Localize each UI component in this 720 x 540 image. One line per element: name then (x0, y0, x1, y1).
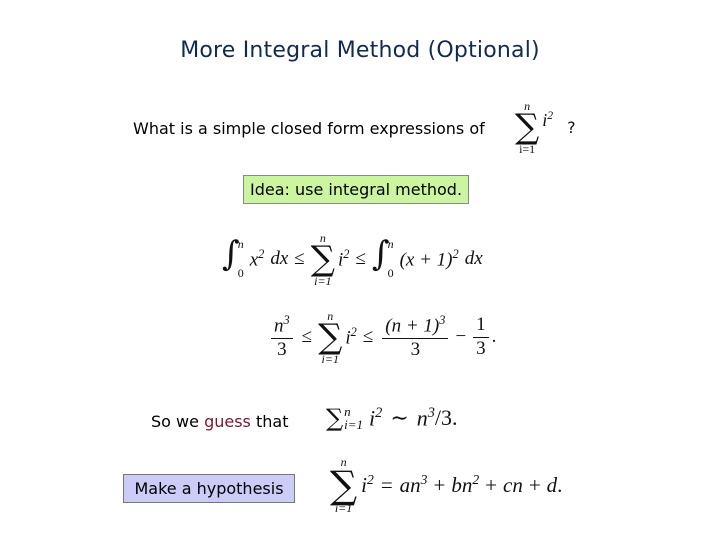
dx: dx (270, 248, 289, 270)
guess-text: So we guess that (151, 412, 288, 431)
term-a: an3 (399, 472, 428, 498)
term-b: bn2 (451, 472, 480, 498)
question-sum-formula: n ∑ i=1 i2 ? (515, 100, 576, 155)
plus-symbol: + (485, 472, 497, 497)
left-integrand: x2 (249, 247, 265, 271)
guess-suffix: that (255, 412, 289, 431)
minus-symbol: − (455, 326, 467, 348)
leq-symbol: ≤ (301, 326, 313, 348)
plus-symbol: + (433, 472, 446, 497)
idea-label: Idea: use integral method. (249, 180, 463, 199)
integral-symbol: ∫ n0 (222, 234, 244, 281)
question-mark: ? (567, 117, 576, 137)
summand: i2 (337, 247, 350, 271)
summation-symbol: n ∑ i=1 (330, 455, 358, 516)
fraction-n3-over-3: n3 3 (271, 313, 293, 361)
hypothesis-formula: n ∑ i=1 i2 = an3 + bn2 + cn + d . (330, 456, 562, 514)
integral-symbol: ∫ n0 (371, 234, 394, 281)
leq-symbol: ≤ (362, 326, 374, 348)
summation-symbol: n ∑ i=1 (318, 309, 343, 366)
summation-symbol: n ∑ i=1 (515, 99, 540, 156)
asymptotic-symbol: ∼ (390, 405, 409, 430)
right-integrand: (x + 1)2 (399, 247, 459, 271)
equals-symbol: = (380, 472, 393, 497)
summand: i2 (345, 325, 357, 349)
plus-symbol: + (528, 472, 541, 497)
term-d: d (546, 472, 558, 497)
question-text: What is a simple closed form expressions… (133, 119, 485, 138)
hypothesis-box: Make a hypothesis (123, 474, 295, 503)
summation-symbol: n ∑ i=1 (310, 231, 335, 288)
dx: dx (464, 248, 483, 270)
summand: i2 (361, 472, 374, 498)
slide-title: More Integral Method (Optional) (180, 38, 540, 63)
leq-symbol: ≤ (294, 248, 305, 270)
hypothesis-label: Make a hypothesis (134, 479, 284, 498)
idea-box: Idea: use integral method. (243, 175, 469, 204)
sum-limits: n i=1 (344, 404, 364, 432)
period: . (557, 472, 563, 497)
rhs-tail: /3. (434, 405, 458, 430)
guess-prefix: So we (151, 412, 199, 431)
integral-inequality: ∫ n0 x2 dx ≤ n ∑ i=1 i2 ≤ ∫ n0 (x + 1)2 … (222, 232, 483, 287)
fraction-one-third: 1 3 (473, 314, 489, 360)
summation-symbol: ∑ (326, 404, 344, 432)
summand: i2 (542, 109, 554, 131)
fraction-n-plus-1-cubed-over-3: (n + 1)3 3 (382, 313, 449, 361)
rhs-n-cubed: n3 (416, 404, 435, 431)
guess-highlight: guess (204, 412, 251, 431)
sum-lower-limit: i=1 (519, 141, 536, 156)
bound-inequality: n3 3 ≤ n ∑ i=1 i2 ≤ (n + 1)3 3 − 1 3 . (268, 310, 496, 365)
summand: i2 (369, 404, 383, 431)
guess-formula: ∑ n i=1 i2 ∼ n3 /3. (326, 404, 458, 432)
leq-symbol: ≤ (355, 248, 366, 270)
period: . (491, 326, 497, 348)
term-c: cn (503, 472, 523, 497)
